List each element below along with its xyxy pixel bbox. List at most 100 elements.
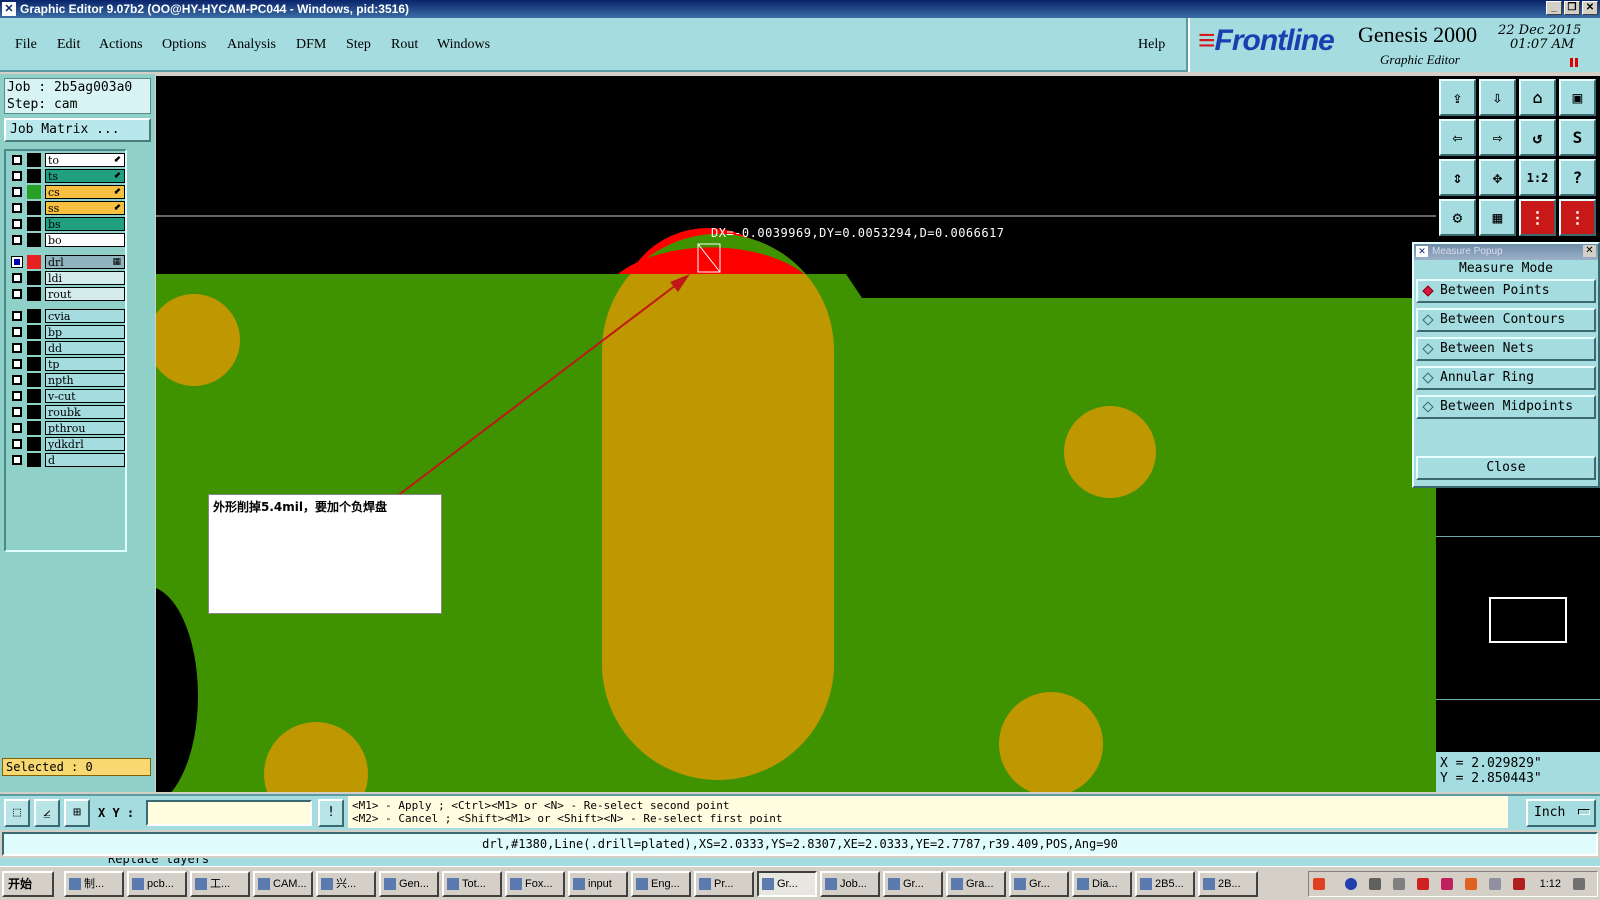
layer-checkbox[interactable] [12, 219, 22, 229]
layer-row-bs[interactable]: bs [10, 217, 125, 231]
layer-name[interactable]: npth [45, 373, 125, 387]
pan-left-icon[interactable]: ⇦ [1439, 119, 1476, 156]
layer-name[interactable]: dd [45, 341, 125, 355]
taskbar-button[interactable]: 兴... [316, 871, 376, 897]
layer-icon[interactable]: ⋮ [1559, 199, 1596, 236]
zoom-home-icon[interactable]: ⇪ [1439, 79, 1476, 116]
volume-icon[interactable] [1393, 878, 1405, 890]
units-selector[interactable]: Inch [1526, 799, 1596, 827]
layer-color-swatch[interactable] [27, 341, 41, 355]
taskbar-button[interactable]: 2B... [1198, 871, 1258, 897]
menu-step[interactable]: Step [346, 37, 371, 53]
measure-icon[interactable]: ⦤ [34, 799, 60, 827]
grid-icon[interactable]: ▦ [1479, 199, 1516, 236]
layer-checkbox[interactable] [12, 359, 22, 369]
menu-edit[interactable]: Edit [57, 37, 80, 53]
mode-option[interactable]: Between Midpoints [1416, 395, 1596, 419]
close-tray-icon[interactable] [1441, 878, 1453, 890]
layer-checkbox[interactable] [12, 171, 22, 181]
layer-name[interactable]: ydkdrl [45, 437, 125, 451]
close-button[interactable]: ✕ [1582, 1, 1598, 15]
show-desktop-icon[interactable] [1573, 878, 1585, 890]
taskbar-button[interactable]: Gr... [1009, 871, 1069, 897]
menu-windows[interactable]: Windows [437, 37, 490, 53]
layer-color-swatch[interactable] [27, 373, 41, 387]
layer-color-swatch[interactable] [27, 421, 41, 435]
layer-color-swatch[interactable] [27, 287, 41, 301]
layer-checkbox[interactable] [12, 311, 22, 321]
layer-color-swatch[interactable] [27, 185, 41, 199]
layer-row-roubk[interactable]: roubk [10, 405, 125, 419]
layer-checkbox[interactable] [12, 327, 22, 337]
fit-vertical-icon[interactable]: ⇕ [1439, 159, 1476, 196]
layer-row-cs[interactable]: cs ⬋ [10, 185, 125, 199]
zoom-down-icon[interactable]: ⇩ [1479, 79, 1516, 116]
layer-color-swatch[interactable] [27, 357, 41, 371]
mode-option[interactable]: Between Contours [1416, 308, 1596, 332]
layer-row-bp[interactable]: bp [10, 325, 125, 339]
alert-icon[interactable]: ! [318, 799, 344, 827]
layer-checkbox[interactable] [12, 273, 22, 283]
layer-checkbox[interactable] [12, 343, 22, 353]
taskbar-button[interactable]: Pr... [694, 871, 754, 897]
layer-name[interactable]: ldi [45, 271, 125, 285]
layer-checkbox[interactable] [12, 439, 22, 449]
layer-row-tp[interactable]: tp [10, 357, 125, 371]
taskbar-button[interactable]: Tot... [442, 871, 502, 897]
layer-name[interactable]: bo [45, 233, 125, 247]
layer-row-rout[interactable]: rout [10, 287, 125, 301]
pan-right-icon[interactable]: ⇨ [1479, 119, 1516, 156]
grid-snap-icon[interactable]: ⊞ [64, 799, 90, 827]
layer-color-swatch[interactable] [27, 325, 41, 339]
layer-name[interactable]: ss ⬋ [45, 201, 125, 215]
mode-option[interactable]: Between Points [1416, 279, 1596, 303]
layer-row-ydkdrl[interactable]: ydkdrl [10, 437, 125, 451]
layer-checkbox[interactable] [12, 375, 22, 385]
view-rectangle[interactable] [1489, 597, 1567, 643]
select-icon[interactable]: ⬚ [4, 799, 30, 827]
layer-row-ts[interactable]: ts ⬋ [10, 169, 125, 183]
layer-checkbox[interactable] [12, 289, 22, 299]
menu-analysis[interactable]: Analysis [227, 37, 276, 53]
taskbar-button[interactable]: Job... [820, 871, 880, 897]
maximize-button[interactable]: ❐ [1564, 1, 1580, 15]
popup-close-button[interactable]: Close [1416, 456, 1596, 480]
network-icon[interactable] [1369, 878, 1381, 890]
menu-file[interactable]: File [15, 37, 37, 53]
taskbar-button[interactable]: pcb... [127, 871, 187, 897]
overview-map[interactable] [1436, 536, 1600, 700]
taskbar-button[interactable]: Gen... [379, 871, 439, 897]
layer-row-npth[interactable]: npth [10, 373, 125, 387]
help-icon[interactable]: ? [1559, 159, 1596, 196]
mode-option[interactable]: Between Nets [1416, 337, 1596, 361]
pause-icon[interactable] [1570, 58, 1578, 67]
mode-option[interactable]: Annular Ring [1416, 366, 1596, 390]
menu-rout[interactable]: Rout [391, 37, 418, 53]
layer-checkbox[interactable] [12, 187, 22, 197]
layer-checkbox[interactable] [12, 423, 22, 433]
layer-checkbox[interactable] [12, 407, 22, 417]
fit-all-icon[interactable]: ✥ [1479, 159, 1516, 196]
shield-icon[interactable] [1513, 878, 1525, 890]
layer-color-swatch[interactable] [27, 153, 41, 167]
taskbar-button[interactable]: Eng... [631, 871, 691, 897]
layer-name[interactable]: tp [45, 357, 125, 371]
scale-icon[interactable]: 1:2 [1519, 159, 1556, 196]
window-icon[interactable]: ▣ [1559, 79, 1596, 116]
pen-icon[interactable] [1417, 878, 1429, 890]
layer-row-dd[interactable]: dd [10, 341, 125, 355]
minimize-button[interactable]: _ [1546, 1, 1562, 15]
redraw-icon[interactable]: ↺ [1519, 119, 1556, 156]
tray-app-icon[interactable] [1313, 878, 1325, 890]
taskbar-button[interactable]: Gr... [883, 871, 943, 897]
layer-color-swatch[interactable] [27, 405, 41, 419]
layer-name[interactable]: v-cut [45, 389, 125, 403]
layer-checkbox[interactable] [12, 235, 22, 245]
antivirus-icon[interactable] [1465, 878, 1477, 890]
xy-input[interactable] [146, 800, 312, 826]
menu-options[interactable]: Options [162, 37, 206, 53]
layer-name[interactable]: bs [45, 217, 125, 231]
layer-color-swatch[interactable] [27, 437, 41, 451]
menu-actions[interactable]: Actions [99, 37, 143, 53]
taskbar-button[interactable]: 工... [190, 871, 250, 897]
